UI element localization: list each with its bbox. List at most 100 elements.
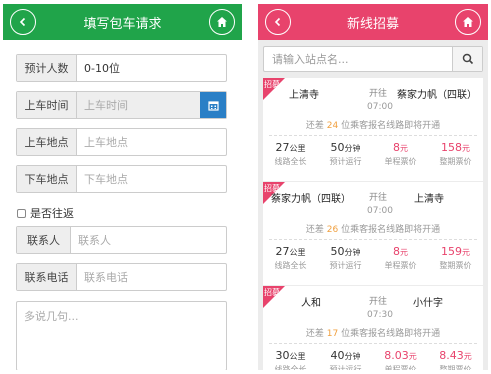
recruit-badge-label: 招募 [264, 288, 280, 297]
note-suffix: 位乘客报名线路即将开通 [341, 225, 441, 235]
route-stats: 27公里 线路全长 50分钟 预计运行 8元 单程票价 158元 整期票价 [263, 141, 483, 167]
duration-unit: 分钟 [344, 248, 361, 257]
page-title: 新线招募 [346, 16, 399, 32]
recruit-note: 还差 24 位乘客报名线路即将开通 [263, 118, 483, 131]
stat-duration: 50分钟 预计运行 [318, 245, 373, 271]
people-field: 预计人数 0-10位 [16, 54, 227, 82]
back-button[interactable] [265, 9, 291, 35]
stat-period-price: 8.43元整期票价 [428, 349, 483, 370]
distance-unit: 公里 [289, 248, 306, 257]
calendar-icon [207, 100, 219, 111]
single-price-value: 8.03 [384, 349, 409, 362]
single-price-label: 单程票价 [384, 261, 417, 270]
note-suffix: 位乘客报名线路即将开通 [341, 121, 441, 131]
time-field: 上车时间 上车时间 [16, 91, 227, 119]
dropoff-label: 下车地点 [17, 166, 77, 192]
period-price-label: 整期票价 [439, 157, 472, 166]
phone-input[interactable]: 联系电话 [77, 264, 226, 290]
needed-count: 24 [326, 121, 339, 131]
stat-distance: 27公里 线路全长 [263, 245, 318, 271]
phone-field: 联系电话 联系电话 [16, 263, 227, 291]
dropoff-input[interactable]: 下车地点 [77, 166, 226, 192]
header-bar: 填写包车请求 [3, 4, 242, 40]
remarks-textarea[interactable]: 多说几句... [16, 301, 227, 370]
stat-single-price: 8元单程票价 [373, 141, 428, 167]
people-input[interactable]: 0-10位 [77, 55, 226, 81]
pickup-input[interactable]: 上车地点 [77, 129, 226, 155]
single-price-label: 单程票价 [384, 157, 417, 166]
home-button[interactable] [455, 9, 481, 35]
stat-period-price: 159元 整期票价 [428, 245, 483, 271]
stat-duration: 40分钟预计运行 [318, 349, 373, 370]
single-price-value: 8 [393, 141, 400, 154]
time-input[interactable]: 上车时间 [77, 92, 200, 118]
period-price-value: 158 [441, 141, 462, 154]
stat-period-price: 158元整期票价 [428, 141, 483, 167]
distance-label: 线路全长 [274, 365, 307, 370]
duration-value: 40 [330, 349, 345, 362]
single-price-value: 8 [393, 245, 400, 258]
round-trip-label: 是否往返 [30, 207, 74, 220]
route-stats: 27公里 线路全长 50分钟 预计运行 8元 单程票价 159元 整期票价 [263, 245, 483, 271]
contact-label: 联系人 [17, 227, 71, 253]
destination-station: 小什字 [413, 298, 443, 309]
single-price-unit: 元 [408, 352, 417, 361]
departure-time: 07:00 [367, 206, 393, 216]
direction-label: 开往 [369, 89, 388, 99]
search-button[interactable] [452, 47, 482, 71]
period-price-unit: 元 [462, 248, 470, 257]
search-icon [462, 53, 473, 65]
stat-distance: 30公里线路全长 [263, 349, 318, 370]
round-trip-checkbox[interactable]: 是否往返 [17, 205, 74, 221]
period-price-unit: 元 [462, 144, 470, 153]
header-bar: 新线招募 [258, 4, 488, 40]
distance-unit: 公里 [289, 352, 306, 361]
pickup-label: 上车地点 [17, 129, 77, 155]
note-suffix: 位乘客报名线路即将开通 [341, 329, 441, 339]
destination-station: 蔡家力帆（四联） [397, 90, 477, 101]
contact-field: 联系人 联系人 [16, 226, 227, 254]
home-button[interactable] [209, 9, 235, 35]
route-card[interactable]: 招募 蔡家力帆（四联） 开往 上清寺 07:00 还差 26 位乘客报名线路即将开通 27公… [263, 182, 483, 285]
search-input[interactable]: 请输入站点名... [264, 47, 452, 71]
period-price-value: 159 [441, 245, 462, 258]
single-price-unit: 元 [400, 144, 408, 153]
distance-value: 30 [275, 349, 290, 362]
route-card[interactable]: 招募 上清寺 开往 蔡家力帆（四联） 07:00 还差 24 位乘客报名线路即将开通 27公… [263, 78, 483, 181]
direction-label: 开往 [369, 297, 388, 307]
origin-station: 上清寺 [289, 90, 319, 101]
contact-input[interactable]: 联系人 [71, 227, 226, 253]
back-button[interactable] [10, 9, 36, 35]
route-card[interactable]: 招募 人和 开往 小什字 07:30 还差 17 位乘客报名线路即将开通 30公里 线路全长 4… [263, 286, 483, 370]
page-title: 填写包车请求 [83, 16, 162, 32]
departure-time: 07:00 [367, 102, 393, 112]
home-icon [217, 17, 227, 27]
origin-station: 人和 [301, 298, 321, 309]
new-route-recruit-screen: 新线招募 请输入站点名... 招募 上清寺 开往 蔡家力帆（四联） 07:00 还差 24… [258, 4, 488, 370]
duration-label: 预计运行 [329, 365, 362, 370]
period-price-unit: 元 [463, 352, 472, 361]
divider [269, 239, 477, 240]
destination-station: 上清寺 [414, 194, 444, 205]
note-prefix: 还差 [305, 121, 324, 131]
recruit-note: 还差 26 位乘客报名线路即将开通 [263, 222, 483, 235]
distance-value: 27 [275, 141, 290, 154]
recruit-note: 还差 17 位乘客报名线路即将开通 [263, 326, 483, 339]
period-price-label: 整期票价 [439, 365, 472, 370]
note-prefix: 还差 [305, 329, 324, 339]
station-search: 请输入站点名... [263, 46, 483, 72]
period-price-value: 8.43 [439, 349, 464, 362]
stat-distance: 27公里 线路全长 [263, 141, 318, 167]
duration-unit: 分钟 [344, 352, 361, 361]
recruit-badge: 招募 [263, 78, 285, 100]
checkbox-box[interactable] [17, 208, 26, 218]
distance-label: 线路全长 [274, 261, 307, 270]
calendar-button[interactable] [200, 92, 226, 118]
single-price-unit: 元 [400, 248, 408, 257]
recruit-badge-label: 招募 [264, 80, 280, 89]
pickup-field: 上车地点 上车地点 [16, 128, 227, 156]
stat-single-price: 8.03元 单程票价 [373, 349, 428, 370]
needed-count: 26 [326, 225, 339, 235]
distance-unit: 公里 [289, 144, 306, 153]
phone-label: 联系电话 [17, 264, 77, 290]
